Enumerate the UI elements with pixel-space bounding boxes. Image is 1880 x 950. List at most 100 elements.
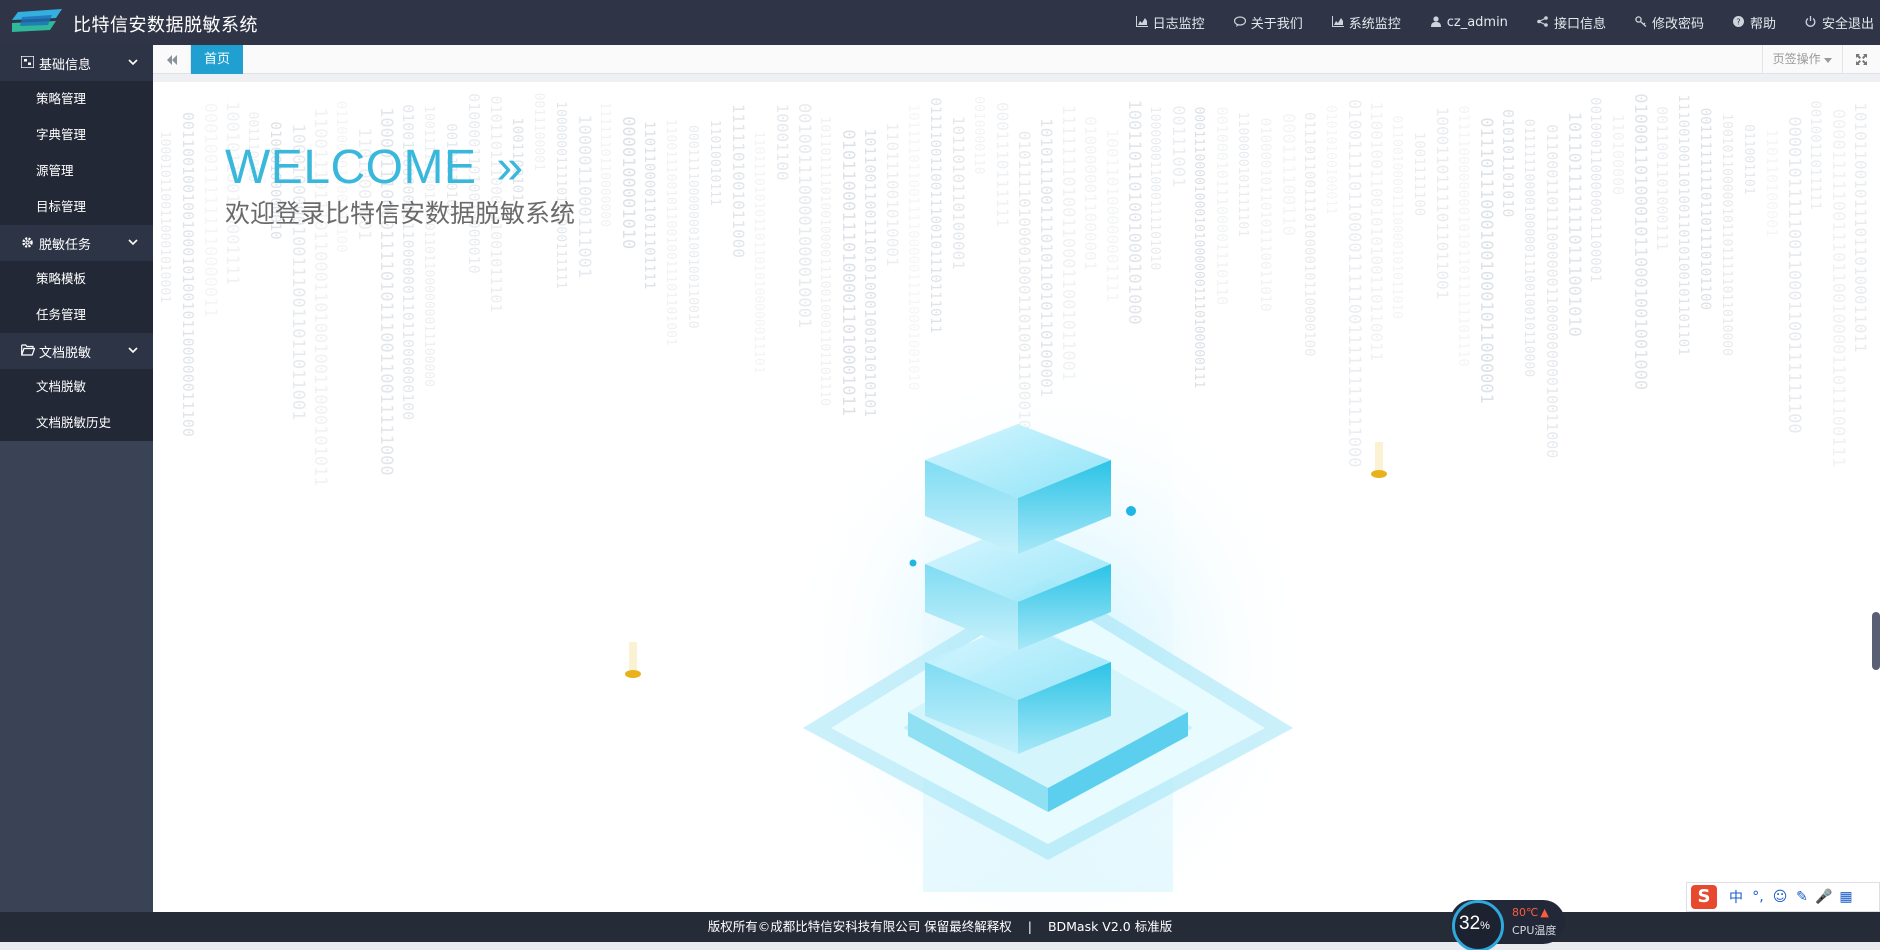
app-title: 比特信安数据脱敏系统: [73, 15, 258, 36]
binary-column: 000100111111110000011: [200, 103, 220, 318]
binary-column: 011001101: [1741, 124, 1756, 194]
binary-column: 10101100101110110100011011: [1851, 102, 1870, 352]
tab-bar: 首页 页签操作: [153, 45, 1880, 74]
chevron-down-icon: [128, 239, 138, 246]
binary-column: 110111001010001: [883, 122, 902, 267]
binary-column: 01000010110101110011010: [1257, 118, 1273, 312]
footer-copyright: 版权所有©成都比特信安科技有限公司 保留最终解释权: [707, 919, 1012, 934]
sidebar-item-target-management[interactable]: 目标管理: [0, 189, 153, 225]
binary-column: 100110100000001111: [1103, 129, 1122, 302]
binary-column: 0100000011000001: [1081, 116, 1100, 270]
sidebar-group-label: 脱敏任务: [39, 237, 92, 253]
cpu-temperature: 80℃ ▲: [1512, 906, 1549, 919]
area-chart-icon: [1331, 15, 1345, 30]
welcome-heading: WELCOME »: [225, 140, 524, 195]
ime-emoji-button[interactable]: ☺: [1769, 889, 1791, 905]
cpu-usage-value: 32%: [1459, 913, 1490, 934]
binary-column: 1001101101001000101000: [1124, 100, 1144, 325]
binary-column: 10001100: [773, 104, 792, 181]
svg-text:?: ?: [1737, 17, 1741, 26]
sidebar-item-task-management[interactable]: 任务管理: [0, 297, 153, 333]
flame-icon: ▲: [1540, 906, 1549, 919]
ime-chinese-mode-button[interactable]: 中: [1725, 887, 1747, 907]
welcome-subtitle: 欢迎登录比特信安数据脱敏系统: [225, 199, 576, 228]
nav-log-monitor[interactable]: 日志监控: [1135, 13, 1205, 32]
nav-change-password[interactable]: 修改密码: [1634, 13, 1704, 32]
nav-about-us[interactable]: 关于我们: [1233, 13, 1303, 32]
binary-column: 1000101100110001010001: [157, 131, 172, 303]
bottom-strip: [0, 942, 1880, 950]
sidebar-group-basic-info[interactable]: 基础信息: [0, 45, 153, 81]
binary-column: 0001110111111: [993, 102, 1012, 227]
binary-column: 00111001: [1168, 105, 1188, 187]
welcome-arrow: »: [496, 141, 524, 194]
binary-column: 1110010011010011010100101101101: [1675, 94, 1691, 355]
binary-column: 0000100001010: [618, 116, 638, 249]
tab-scroll-left-button[interactable]: [153, 45, 191, 74]
area-chart-icon: [1135, 15, 1149, 30]
binary-column: 0111100000000101011011111101110: [1455, 105, 1471, 366]
binary-column: 001111111101101110101100: [1697, 108, 1713, 310]
share-icon: [1536, 15, 1550, 30]
binary-column: 000111100110: [1278, 113, 1298, 236]
ime-handwrite-button[interactable]: ✎: [1791, 889, 1813, 905]
nav-system-monitor[interactable]: 系统监控: [1331, 13, 1401, 32]
ime-voice-button[interactable]: 🎤: [1813, 889, 1835, 905]
binary-column: 11011000011011101111: [641, 121, 657, 290]
top-bar: 比特信安数据脱敏系统 日志监控 关于我们 系统监控 cz_admin 接口信息 …: [0, 0, 1880, 45]
binary-column: 01000110100010110001001001000: [1630, 93, 1650, 390]
nav-label: 系统监控: [1348, 17, 1401, 32]
ime-toolbox-button[interactable]: ▦: [1835, 889, 1857, 905]
sidebar-item-policy-management[interactable]: 策略管理: [0, 81, 153, 117]
chevron-down-icon: [128, 347, 138, 354]
binary-column: 110100000: [1609, 114, 1627, 195]
binary-column: 1111101001011000: [729, 104, 748, 258]
nav-label: 修改密码: [1651, 17, 1704, 32]
binary-column: 1111110110000000: [597, 102, 612, 227]
sidebar-group-label: 基础信息: [39, 57, 92, 73]
sidebar-item-source-management[interactable]: 源管理: [0, 153, 153, 189]
ime-toolbar: S 中 °, ☺ ✎ 🎤 ▦: [1686, 882, 1880, 912]
tab-home[interactable]: 首页: [191, 45, 243, 74]
sidebar-item-document-masking-history[interactable]: 文档脱敏历史: [0, 405, 153, 441]
scrollbar-thumb[interactable]: [1872, 612, 1880, 670]
welcome-text: WELCOME: [225, 141, 477, 194]
binary-column: 010101101010: [1499, 109, 1517, 217]
cpu-monitor-widget[interactable]: 32% 80℃ ▲ CPU温度: [1450, 900, 1565, 950]
nav-logout[interactable]: 安全退出: [1804, 13, 1874, 32]
binary-column: 0010000110: [971, 96, 986, 174]
page-ops-dropdown[interactable]: 页签操作: [1762, 45, 1842, 74]
caret-down-icon: [1824, 58, 1833, 63]
sidebar-items-document-masking: 文档脱敏 文档脱敏历史: [0, 369, 153, 441]
binary-column: 100000011000111101010: [1147, 106, 1162, 270]
logo-icon: [12, 9, 62, 32]
sidebar-items-basic-info: 策略管理 字典管理 源管理 目标管理: [0, 81, 153, 225]
page-ops-label: 页签操作: [1772, 52, 1821, 66]
main-content: 1000101100110001010001 001100100100100010…: [153, 82, 1880, 912]
gear-icon: [20, 236, 35, 251]
binary-column: 0011100001: [531, 93, 546, 171]
ime-punctuation-button[interactable]: °,: [1747, 889, 1769, 905]
sidebar-item-document-masking[interactable]: 文档脱敏: [0, 369, 153, 405]
fullscreen-button[interactable]: [1842, 45, 1880, 74]
sogou-logo-icon[interactable]: S: [1691, 885, 1717, 909]
binary-column: 01010100100011: [1323, 105, 1338, 215]
nav-api-info[interactable]: 接口信息: [1536, 13, 1606, 32]
comment-icon: [1233, 15, 1247, 30]
sidebar-items-masking-task: 策略模板 任务管理: [0, 261, 153, 333]
binary-column: 1011010110100001: [949, 116, 968, 270]
sidebar-group-masking-task[interactable]: 脱敏任务: [0, 225, 153, 261]
nav-help[interactable]: ? 帮助: [1732, 13, 1776, 32]
binary-column: 01100100001110000101011010: [1389, 116, 1404, 319]
nav-label: 关于我们: [1250, 17, 1303, 32]
binary-column: 1001011000001011011111011010000: [1719, 113, 1734, 356]
sidebar-group-document-masking[interactable]: 文档脱敏: [0, 333, 153, 369]
sidebar: 基础信息 策略管理 字典管理 源管理 目标管理 脱敏任务 策略模板 任务管理 文…: [0, 45, 153, 912]
binary-column: 011111100001000001110010010110000: [1521, 119, 1536, 377]
top-nav: 日志监控 关于我们 系统监控 cz_admin 接口信息 修改密码 ? 帮助 安…: [1107, 0, 1874, 45]
sidebar-item-dictionary-management[interactable]: 字典管理: [0, 117, 153, 153]
binary-column: 11010010111: [707, 120, 722, 206]
nav-user[interactable]: cz_admin: [1429, 15, 1508, 30]
sidebar-item-policy-template[interactable]: 策略模板: [0, 261, 153, 297]
binary-column: 1001111100: [1411, 132, 1427, 216]
